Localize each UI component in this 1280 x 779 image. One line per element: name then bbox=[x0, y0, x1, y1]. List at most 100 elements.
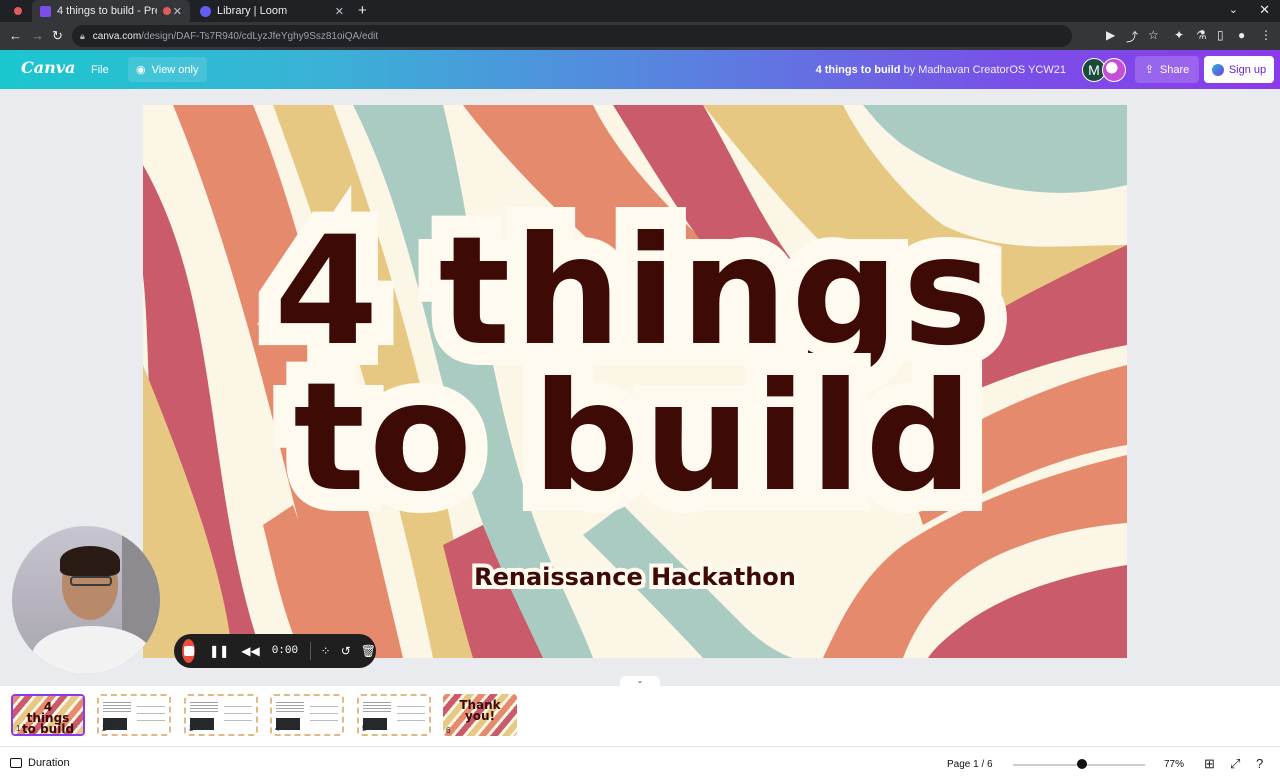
pause-icon[interactable]: ❚❚ bbox=[209, 644, 229, 658]
thumbnail-text-lines bbox=[276, 702, 304, 712]
eye-icon: ◉ bbox=[136, 64, 146, 76]
slide-title-line-2: to build bbox=[293, 351, 977, 525]
file-menu-button[interactable]: File bbox=[82, 57, 118, 82]
delete-icon[interactable]: 🗑︎ bbox=[361, 644, 376, 658]
presenter-glasses bbox=[70, 576, 112, 586]
thumbnail-list bbox=[310, 706, 338, 726]
share-page-icon[interactable]: ⤴ bbox=[1126, 28, 1138, 45]
back-icon[interactable]: ← bbox=[9, 28, 22, 43]
url-path: /design/DAF-Ts7R940/cdLyzJfeYghy9Ssz81oi… bbox=[141, 30, 379, 42]
thumbnail-text-lines bbox=[103, 702, 131, 712]
drawing-tool-icon[interactable]: ⁘ bbox=[321, 644, 331, 658]
reload-icon[interactable]: ↻ bbox=[52, 28, 63, 44]
duration-button[interactable]: Duration bbox=[10, 757, 70, 769]
share-button[interactable]: ⇪ Share bbox=[1135, 56, 1199, 83]
loom-recording-controls: ❚❚ ◀◀ 0:00 ⁘ ↺ 🗑︎ bbox=[174, 634, 376, 668]
sidebar-icon[interactable]: ▯ bbox=[1217, 28, 1224, 42]
bookmark-star-icon[interactable]: ☆ bbox=[1148, 28, 1159, 42]
slide-canvas[interactable]: 4 things 4 things to build to build Rena… bbox=[143, 105, 1127, 658]
tab-label: Library | Loom bbox=[217, 5, 288, 17]
menu-dots-icon[interactable]: ⋮ bbox=[1260, 28, 1272, 42]
lock-icon: 🔒︎ bbox=[80, 30, 85, 41]
sign-up-label: Sign up bbox=[1228, 63, 1267, 76]
page-thumbnail-3[interactable]: 3 bbox=[184, 694, 258, 736]
divider bbox=[310, 642, 311, 660]
page-number: 1 bbox=[16, 724, 21, 733]
page-number: 2 bbox=[102, 724, 107, 733]
stop-recording-button[interactable] bbox=[182, 639, 196, 663]
record-icon bbox=[14, 7, 22, 15]
page-thumbnail-2[interactable]: 2 bbox=[97, 694, 171, 736]
rewind-icon[interactable]: ◀◀ bbox=[241, 644, 259, 658]
close-tab-icon[interactable]: ✕ bbox=[335, 5, 344, 18]
canva-header: Canva File ◉ View only 4 things to build… bbox=[0, 50, 1280, 89]
collapse-filmstrip-chevron-icon[interactable]: ⌄ bbox=[620, 676, 660, 686]
tab-search-chevron-icon[interactable]: ⌄ bbox=[1229, 3, 1238, 16]
page-indicator[interactable]: Page 1 / 6 bbox=[947, 759, 993, 770]
thumbnail-title: 4 things to build bbox=[21, 700, 75, 736]
recording-tab[interactable] bbox=[8, 0, 30, 22]
page-thumbnail-1[interactable]: 4 things to build 1 bbox=[11, 694, 85, 736]
lab-icon[interactable]: ⚗ bbox=[1196, 28, 1207, 42]
page-thumbnail-5[interactable]: 5 bbox=[357, 694, 431, 736]
grid-view-icon[interactable]: ⊞ bbox=[1204, 756, 1215, 772]
view-only-button[interactable]: ◉ View only bbox=[128, 57, 207, 82]
canva-logo[interactable]: Canva bbox=[21, 58, 75, 77]
zoom-percentage[interactable]: 77% bbox=[1164, 759, 1184, 770]
thumbnail-text-lines bbox=[363, 702, 391, 712]
thumbnail-list bbox=[137, 706, 165, 726]
loom-favicon-icon bbox=[200, 5, 211, 17]
share-label: Share bbox=[1159, 63, 1190, 76]
page-number: 6 bbox=[446, 726, 451, 735]
close-tab-icon[interactable]: ✕ bbox=[173, 5, 182, 18]
doc-title-text: 4 things to build bbox=[815, 64, 901, 76]
doc-author: by Madhavan CreatorOS YCW21 bbox=[903, 64, 1066, 76]
profile-icon[interactable]: ● bbox=[1238, 28, 1245, 42]
webcam-bubble[interactable] bbox=[12, 526, 160, 674]
tab-label: 4 things to build - Pre bbox=[57, 5, 157, 17]
thumbnail-list bbox=[224, 706, 252, 726]
recording-timer: 0:00 bbox=[271, 645, 299, 657]
forward-icon[interactable]: → bbox=[31, 28, 44, 43]
stop-icon bbox=[183, 646, 194, 656]
fullscreen-icon[interactable]: ⤢ bbox=[1230, 756, 1240, 772]
page-filmstrip: 4 things to build 1 2 3 4 5 Thank you! 6 bbox=[0, 686, 1280, 746]
page-number: 5 bbox=[362, 724, 367, 733]
sign-up-button[interactable]: Sign up bbox=[1204, 56, 1274, 83]
timer-icon bbox=[10, 758, 22, 768]
recording-indicator-icon bbox=[163, 7, 171, 15]
canva-favicon-icon bbox=[40, 5, 51, 17]
address-bar[interactable]: 🔒︎ canva.com/design/DAF-Ts7R940/cdLyzJfe… bbox=[72, 25, 1072, 47]
thumbnail-list bbox=[397, 706, 425, 726]
document-title: 4 things to build by Madhavan CreatorOS … bbox=[816, 64, 1066, 76]
zoom-slider-handle[interactable] bbox=[1077, 759, 1087, 769]
help-icon[interactable]: ? bbox=[1256, 756, 1263, 771]
browser-tab-strip: 4 things to build - Pre ✕ Library | Loom… bbox=[0, 0, 1280, 22]
new-tab-icon[interactable]: + bbox=[358, 2, 367, 19]
page-number: 4 bbox=[275, 724, 280, 733]
camera-icon[interactable]: ▶︎ bbox=[1106, 28, 1115, 42]
thumbnail-image bbox=[363, 718, 387, 730]
thumbnail-image bbox=[103, 718, 127, 730]
slide-subtitle: Renaissance Hackathon bbox=[474, 563, 796, 591]
page-number: 3 bbox=[189, 724, 194, 733]
tab-canva[interactable]: 4 things to build - Pre ✕ bbox=[32, 0, 190, 22]
upload-icon: ⇪ bbox=[1144, 64, 1154, 76]
avatar[interactable] bbox=[1102, 58, 1126, 82]
bottom-status-bar: Duration Page 1 / 6 77% ⊞ ⤢ ? bbox=[0, 746, 1280, 779]
window-close-icon[interactable]: ✕ bbox=[1259, 2, 1270, 18]
duration-label: Duration bbox=[28, 757, 70, 769]
page-thumbnail-4[interactable]: 4 bbox=[270, 694, 344, 736]
thumbnail-text-lines bbox=[190, 702, 218, 712]
thumbnail-title: Thank you! bbox=[459, 698, 501, 723]
url-host: canva.com bbox=[92, 30, 142, 42]
page-thumbnail-6[interactable]: Thank you! 6 bbox=[443, 694, 517, 736]
restart-icon[interactable]: ↺ bbox=[341, 644, 351, 658]
thumbnail-image bbox=[276, 718, 300, 730]
canva-logo-icon bbox=[1211, 63, 1224, 76]
browser-toolbar: ← → ↻ 🔒︎ canva.com/design/DAF-Ts7R940/cd… bbox=[0, 22, 1280, 50]
tab-loom[interactable]: Library | Loom ✕ bbox=[192, 0, 352, 22]
thumbnail-image bbox=[190, 718, 214, 730]
extensions-icon[interactable]: ✦ bbox=[1174, 28, 1184, 42]
presenter-hair bbox=[60, 546, 120, 576]
